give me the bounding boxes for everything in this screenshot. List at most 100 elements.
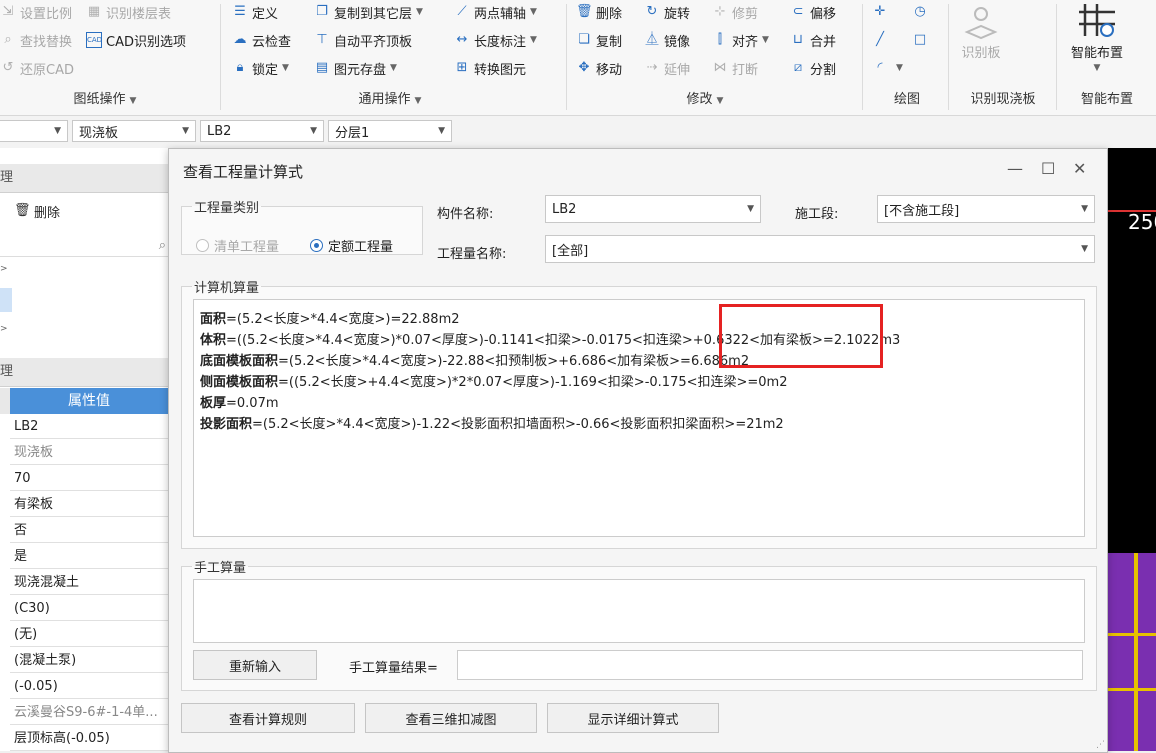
draw-rect-button[interactable]: □ — [912, 29, 932, 51]
calc-line-bottom-formwork: 底面模板面积=(5.2<长度>*4.4<宽度>)-22.88<扣预制板>+6.6… — [200, 354, 750, 369]
set-scale-button[interactable]: ⇲ 设置比例 — [0, 1, 72, 23]
view-calc-rules-button[interactable]: 查看计算规则 — [181, 703, 355, 733]
resize-grip-icon[interactable]: ⋰ — [1096, 740, 1105, 750]
offset-button[interactable]: ⊂ 偏移 — [790, 1, 836, 23]
copy-button[interactable]: ❏ 复制 — [576, 29, 622, 51]
restore-cad-button[interactable]: ↺ 还原CAD — [0, 57, 74, 79]
identify-floor-table-button[interactable]: ▦ 识别楼层表 — [86, 1, 171, 23]
canvas-yellow-line — [1100, 633, 1156, 636]
mirror-button[interactable]: ⏅ 镜像 — [644, 29, 690, 51]
group-draw: 绘图 — [893, 92, 920, 107]
trim-button[interactable]: ⊹ 修剪 — [712, 1, 758, 23]
type-select[interactable]: 现浇板 ▼ — [72, 120, 196, 142]
group-drawing-ops[interactable]: 图纸操作 ▼ — [30, 88, 180, 112]
group-general-ops[interactable]: 通用操作 ▼ — [320, 88, 460, 112]
chevron-down-icon: ▼ — [1081, 244, 1088, 254]
move-button[interactable]: ✥ 移动 — [576, 57, 622, 79]
canvas-yellow-line — [1134, 553, 1138, 751]
property-row[interactable]: (C30) — [10, 596, 168, 621]
minimize-button[interactable]: — — [1007, 159, 1023, 178]
tree-expand-icon[interactable]: > — [0, 324, 8, 334]
property-row[interactable]: LB2 — [10, 414, 168, 439]
qty-name-select[interactable]: [全部] ▼ — [545, 235, 1095, 263]
align-button[interactable]: ⫿ 对齐 ▼ — [712, 29, 769, 51]
copy-to-layer-button[interactable]: ❐ 复制到其它层 ▼ — [314, 1, 423, 23]
chevron-down-icon: ▼ — [1081, 204, 1088, 214]
two-point-axis-button[interactable]: ⟋ 两点辅轴 ▼ — [454, 1, 537, 23]
scale-icon: ⇲ — [2, 4, 14, 19]
save-element-button[interactable]: ▤ 图元存盘 ▼ — [314, 57, 397, 79]
auto-align-top-button[interactable]: ⊤ 自动平齐顶板 — [314, 29, 412, 51]
property-row[interactable]: 是 — [10, 544, 168, 569]
layer-select[interactable]: 分层1 ▼ — [328, 120, 452, 142]
find-replace-button[interactable]: ⌕ 查找替换 — [0, 29, 72, 51]
break-button[interactable]: ⋈ 打断 — [712, 57, 759, 79]
radio-circle — [196, 239, 209, 252]
left-delete-button[interactable]: 🗑︎ 删除 — [14, 200, 60, 222]
chevron-down-icon: ▼ — [416, 7, 423, 17]
component-select[interactable]: LB2 ▼ — [200, 120, 324, 142]
property-row[interactable]: 有梁板 — [10, 492, 168, 517]
radio-circle — [310, 239, 323, 252]
component-list-header: 理 — [0, 164, 168, 193]
floor-select[interactable]: ▼ — [0, 120, 68, 142]
computer-calc-text[interactable]: 面积=(5.2<长度>*4.4<宽度>)=22.88m2 体积=((5.2<长度… — [193, 299, 1085, 537]
maximize-button[interactable]: ☐ — [1041, 159, 1055, 178]
drawing-canvas[interactable]: 250 — [1100, 148, 1156, 751]
length-dimension-icon: ↔ — [456, 32, 468, 47]
convert-element-button[interactable]: ⊞ 转换图元 — [454, 57, 526, 79]
property-row[interactable]: 70 — [10, 466, 168, 491]
draw-line-button[interactable]: ╱ — [872, 29, 892, 51]
group-smart-layout: 智能布置 — [1080, 92, 1133, 107]
ribbon-divider — [948, 4, 949, 110]
copy-to-layer-icon: ❐ — [316, 4, 328, 19]
property-row[interactable]: 云溪曼谷S9-6#-1-4单... — [10, 700, 168, 725]
property-row[interactable]: 否 — [10, 518, 168, 543]
component-search-bar[interactable]: ⌕ — [0, 238, 168, 257]
chevron-down-icon: ▼ — [762, 35, 769, 45]
draw-arc-button[interactable]: ◜ ▼ — [872, 57, 902, 79]
reinput-button[interactable]: 重新输入 — [193, 650, 317, 680]
cad-options-button[interactable]: CAD CAD识别选项 — [86, 29, 186, 51]
rotate-button[interactable]: ↻ 旋转 — [644, 1, 690, 23]
extend-button[interactable]: ⇢ 延伸 — [644, 57, 690, 79]
smart-layout-button[interactable]: 智能布置 ▼ — [1064, 0, 1130, 73]
lock-button[interactable]: 🔒︎ 锁定 ▼ — [232, 57, 289, 79]
property-row[interactable]: 现浇板 — [10, 440, 168, 465]
manual-result-input[interactable] — [457, 650, 1083, 680]
manual-calc-legend: 手工算量 — [194, 561, 247, 576]
component-name-select[interactable]: LB2 ▼ — [545, 195, 761, 223]
define-button[interactable]: ☰ 定义 — [232, 1, 278, 23]
manual-calc-input[interactable] — [193, 579, 1085, 643]
property-panel-header: 理 — [0, 358, 168, 387]
show-detail-formula-button[interactable]: 显示详细计算式 — [547, 703, 719, 733]
close-button[interactable]: ✕ — [1073, 159, 1086, 178]
property-row[interactable]: 现浇混凝土 — [10, 570, 168, 595]
view-3d-deduction-button[interactable]: 查看三维扣减图 — [365, 703, 537, 733]
chevron-down-icon: ▼ — [747, 204, 754, 214]
length-dimension-button[interactable]: ↔ 长度标注 ▼ — [454, 29, 537, 51]
delete-button[interactable]: 🗑︎ 删除 — [576, 1, 622, 23]
merge-button[interactable]: ⊔ 合并 — [790, 29, 836, 51]
radio-quota-qty[interactable]: 定额工程量 — [310, 236, 393, 255]
line-icon: ╱ — [876, 32, 884, 47]
align-icon: ⫿ — [717, 32, 723, 47]
chevron-down-icon: ▼ — [282, 63, 289, 73]
draw-point-button[interactable]: ✛ — [872, 1, 892, 23]
tree-expand-icon[interactable]: > — [0, 264, 8, 274]
property-row[interactable]: 层顶标高(-0.05) — [10, 726, 168, 751]
property-row[interactable]: (无) — [10, 622, 168, 647]
ribbon: ⇲ 设置比例 ▦ 识别楼层表 ⌕ 查找替换 CAD CAD识别选项 ↺ 还原CAD 图纸操… — [0, 0, 1156, 116]
cloud-check-button[interactable]: ☁ 云检查 — [232, 29, 292, 51]
radio-list-qty[interactable]: 清单工程量 — [196, 236, 279, 255]
group-modify[interactable]: 修改 ▼ — [660, 88, 750, 112]
stage-select[interactable]: [不含施工段] ▼ — [877, 195, 1095, 223]
draw-circle-button[interactable]: ◷ — [912, 1, 932, 23]
split-button[interactable]: ⧄ 分割 — [790, 57, 836, 79]
tree-selected-item[interactable] — [0, 288, 12, 312]
identify-slab-button[interactable]: 识别板 — [955, 4, 1007, 61]
property-row[interactable]: (混凝土泵) — [10, 648, 168, 673]
property-table-header: 属性值 — [0, 388, 168, 414]
property-row[interactable]: (-0.05) — [10, 674, 168, 699]
ribbon-divider — [862, 4, 863, 110]
